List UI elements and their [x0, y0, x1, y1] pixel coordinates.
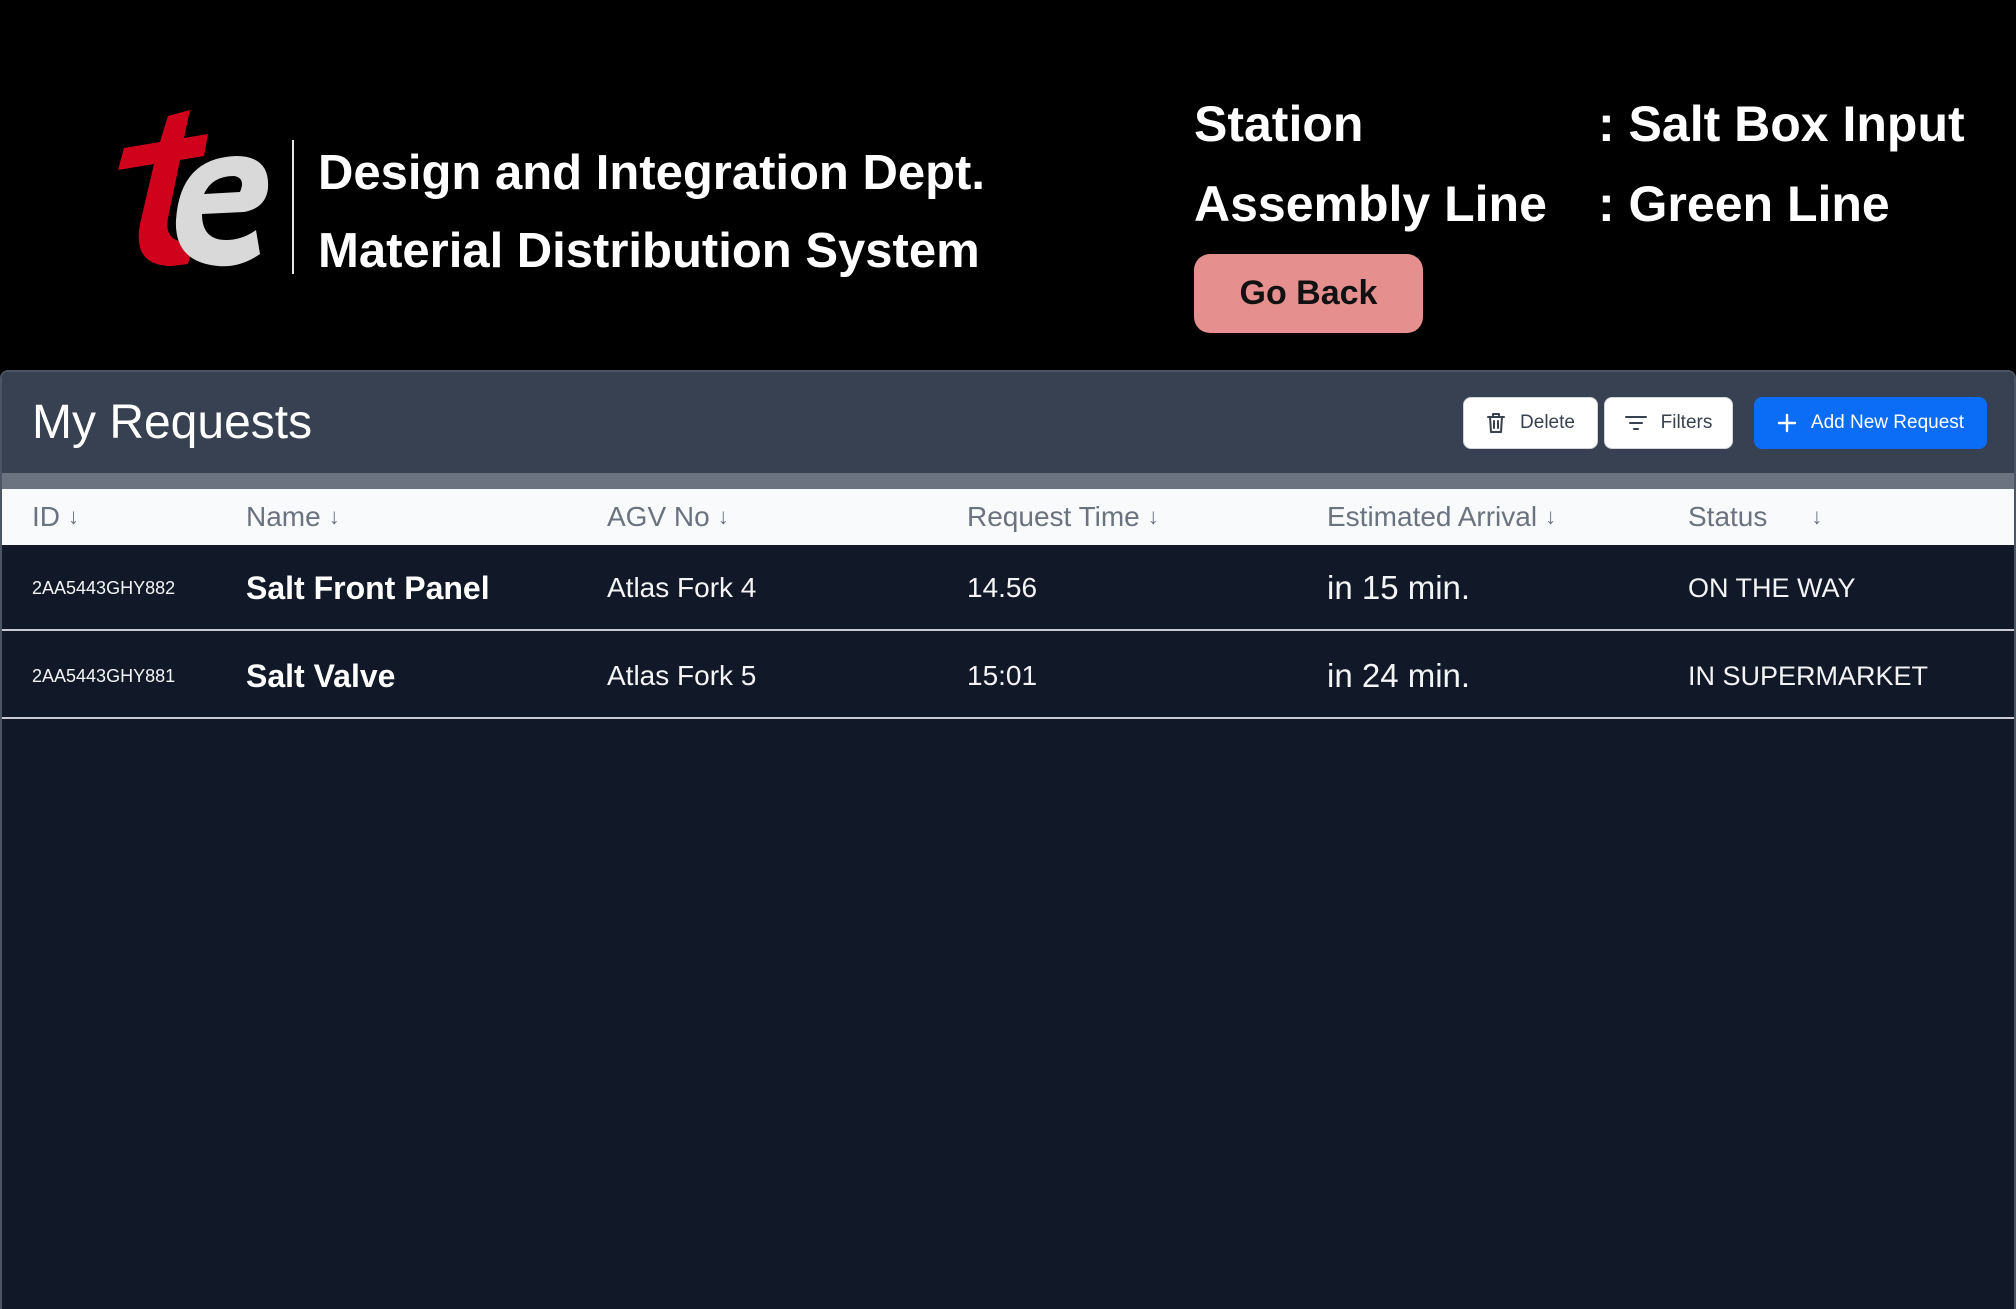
go-back-button[interactable]: Go Back [1194, 254, 1423, 333]
cell-id: 2AA5443GHY882 [32, 577, 176, 598]
delete-button[interactable]: Delete [1463, 397, 1598, 449]
cell-id: 2AA5443GHY881 [32, 665, 176, 686]
filters-button[interactable]: Filters [1604, 397, 1733, 449]
table-row[interactable]: 2AA5443GHY882 Salt Front Panel Atlas For… [2, 545, 2014, 631]
delete-label: Delete [1520, 412, 1575, 433]
sort-arrow-icon: ↓ [1811, 504, 1823, 529]
header-divider [2, 473, 2014, 489]
system-title: Material Distribution System [318, 224, 980, 278]
requests-panel: My Requests Delete Filters Add New Reque… [0, 370, 2016, 1309]
filter-icon [1624, 416, 1647, 430]
cell-request-time: 14.56 [967, 572, 1038, 603]
sort-arrow-icon: ↓ [1147, 504, 1159, 529]
cell-estimated-arrival: in 24 min. [1327, 657, 1471, 694]
cell-status: ON THE WAY [1688, 572, 1856, 603]
column-label: Name [246, 501, 321, 532]
column-header-name[interactable]: Name ↓ [246, 489, 340, 545]
sort-arrow-icon: ↓ [68, 504, 79, 529]
dept-title: Design and Integration Dept. [318, 146, 985, 200]
header: Design and Integration Dept. Material Di… [0, 0, 2016, 370]
column-label: ID [32, 501, 60, 532]
column-header-estimated-arrival[interactable]: Estimated Arrival ↓ [1327, 489, 1556, 545]
page: Design and Integration Dept. Material Di… [0, 0, 2016, 1309]
assembly-line-value: : Green Line [1598, 176, 1890, 232]
cell-estimated-arrival: in 15 min. [1327, 569, 1471, 606]
station-label: Station [1194, 96, 1364, 152]
filters-label: Filters [1660, 412, 1713, 433]
panel-header: My Requests Delete Filters Add New Reque… [2, 372, 2014, 473]
logo-e-shape [175, 156, 269, 267]
column-label: Estimated Arrival [1327, 501, 1538, 532]
cell-name: Salt Valve [246, 657, 396, 694]
cell-agv-no: Atlas Fork 5 [607, 660, 757, 691]
table-header: ID ↓ Name ↓ AGV No ↓ Request Time ↓ Esti… [2, 489, 2014, 545]
te-logo [118, 110, 269, 267]
column-header-id[interactable]: ID ↓ [32, 489, 79, 545]
cell-agv-no: Atlas Fork 4 [607, 572, 757, 603]
logo-divider [292, 140, 294, 274]
column-header-agv-no[interactable]: AGV No ↓ [607, 489, 729, 545]
station-value: : Salt Box Input [1598, 96, 1965, 152]
add-new-request-label: Add New Request [1810, 412, 1965, 433]
column-label: AGV No [607, 501, 710, 532]
table-row[interactable]: 2AA5443GHY881 Salt Valve Atlas Fork 5 15… [2, 633, 2014, 719]
plus-icon [1777, 413, 1797, 433]
assembly-line-label: Assembly Line [1194, 176, 1547, 232]
cell-status: IN SUPERMARKET [1688, 660, 1929, 691]
trash-icon [1487, 413, 1506, 433]
column-header-request-time[interactable]: Request Time ↓ [967, 489, 1159, 545]
sort-arrow-icon: ↓ [1545, 504, 1557, 529]
add-new-request-button[interactable]: Add New Request [1754, 397, 1987, 449]
cell-name: Salt Front Panel [246, 569, 490, 606]
cell-request-time: 15:01 [967, 660, 1038, 691]
column-label: Request Time [967, 501, 1140, 532]
column-label: Status [1688, 501, 1768, 532]
column-header-status[interactable]: Status ↓ [1688, 489, 1822, 545]
sort-arrow-icon: ↓ [328, 504, 340, 529]
panel-title: My Requests [32, 396, 313, 449]
sort-arrow-icon: ↓ [717, 504, 729, 529]
